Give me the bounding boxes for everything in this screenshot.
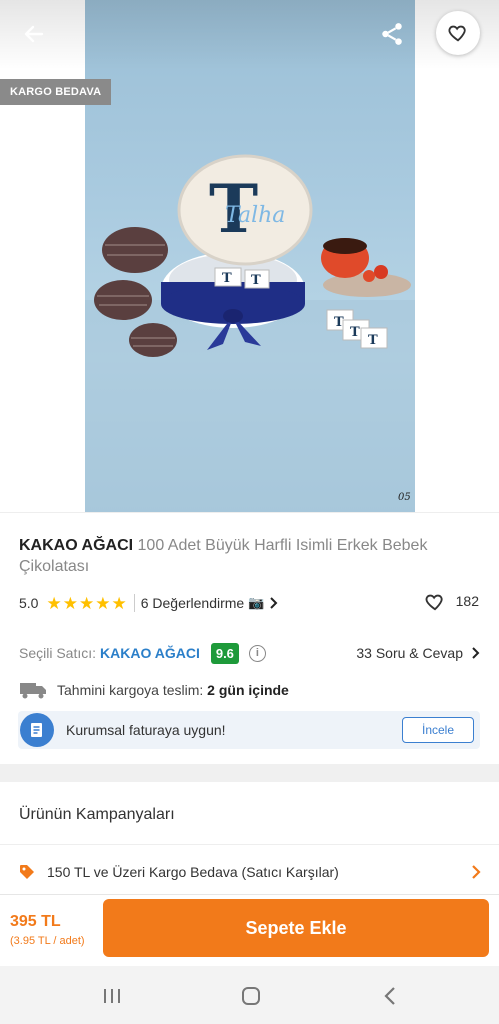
favorites-count[interactable]: 182 <box>424 591 479 611</box>
product-detail-screen: T T T Talha T T T 05 KARGO BEDAVA KAKAO … <box>0 0 499 1024</box>
invoice-icon <box>20 713 54 747</box>
svg-text:T: T <box>222 271 232 286</box>
share-icon <box>382 23 402 45</box>
svg-text:T: T <box>368 333 378 348</box>
delivery-estimate: Tahmini kargoya teslim: 2 gün içinde <box>19 678 289 702</box>
recent-apps-button[interactable] <box>92 982 132 1010</box>
system-back-button[interactable] <box>370 982 410 1010</box>
svg-text:T: T <box>334 315 344 330</box>
favorite-button[interactable] <box>436 11 480 55</box>
svg-text:Talha: Talha <box>225 203 285 228</box>
chevron-right-icon <box>472 647 480 659</box>
star-icon: ★ <box>111 593 127 613</box>
recents-icon <box>104 989 120 1003</box>
home-icon <box>242 987 260 1005</box>
chevron-left-icon <box>384 987 395 1005</box>
add-to-cart-button[interactable]: Sepete Ekle <box>103 899 489 957</box>
hero-top-gradient <box>0 0 499 70</box>
invoice-text: Kurumsal faturaya uygun! <box>66 722 226 738</box>
campaign-item[interactable]: 150 TL ve Üzeri Kargo Bedava (Satıcı Kar… <box>19 862 481 882</box>
truck-icon <box>20 683 46 699</box>
home-button[interactable] <box>231 982 271 1010</box>
star-icon: ★ <box>62 593 78 613</box>
favorites-count-value: 182 <box>455 593 479 609</box>
photo-code: 05 <box>398 492 411 503</box>
divider <box>133 594 135 612</box>
delivery-label: Tahmini kargoya teslim: <box>57 682 204 698</box>
chevron-right-icon <box>270 597 278 609</box>
free-shipping-badge: KARGO BEDAVA <box>0 79 112 105</box>
inspect-button[interactable]: İncele <box>402 717 474 743</box>
tag-icon <box>20 865 34 879</box>
section-divider <box>0 764 499 782</box>
product-info-section: KAKAO AĞACI 100 Adet Büyük Harfli Isimli… <box>0 512 499 764</box>
qa-link[interactable]: 33 Soru & Cevap <box>356 645 481 661</box>
svg-text:T: T <box>251 273 261 288</box>
product-photo: T T T Talha T T T <box>85 0 415 512</box>
campaign-text: 150 TL ve Üzeri Kargo Bedava (Satıcı Kar… <box>47 864 339 880</box>
chevron-right-icon <box>472 865 481 879</box>
share-button[interactable] <box>374 16 410 52</box>
star-icon: ★ <box>95 593 111 613</box>
product-title: KAKAO AĞACI 100 Adet Büyük Harfli Isimli… <box>19 535 479 577</box>
heart-outline-icon <box>425 594 443 611</box>
rating-row: 5.0 ★ ★ ★ ★ ★ 6 Değerlendirme 📷 182 <box>19 593 479 613</box>
product-brand[interactable]: KAKAO AĞACI <box>19 537 133 554</box>
campaigns-title: Ürünün Kampanyaları <box>19 806 175 823</box>
back-button[interactable] <box>16 18 52 50</box>
svg-text:T: T <box>350 325 360 340</box>
reviews-label: 6 Değerlendirme <box>140 595 245 611</box>
heart-outline-icon <box>448 25 466 42</box>
delivery-value: 2 gün içinde <box>207 682 289 698</box>
seller-label: Seçili Satıcı: <box>19 645 97 661</box>
reviews-link[interactable]: 6 Değerlendirme 📷 <box>141 595 279 611</box>
seller-row: Seçili Satıcı: KAKAO AĞACI 9.6 i 33 Soru… <box>19 641 481 665</box>
star-icon: ★ <box>78 593 95 613</box>
unit-price: (3.95 TL / adet) <box>10 935 85 947</box>
qa-label: 33 Soru & Cevap <box>356 645 463 661</box>
info-icon[interactable]: i <box>248 644 266 662</box>
seller-score-badge: 9.6 <box>210 642 239 664</box>
rating-stars: ★ ★ ★ ★ ★ <box>46 595 127 612</box>
divider <box>0 844 499 845</box>
system-navigation-bar <box>0 966 499 1024</box>
seller-name-link[interactable]: KAKAO AĞACI <box>100 645 200 661</box>
price: 395 TL <box>10 913 61 930</box>
corporate-invoice-banner: Kurumsal faturaya uygun! İncele <box>18 711 480 749</box>
purchase-bar: 395 TL (3.95 TL / adet) Sepete Ekle <box>0 894 499 964</box>
camera-icon: 📷 <box>248 595 265 610</box>
campaigns-section: Ürünün Kampanyaları 150 TL ve Üzeri Karg… <box>0 782 499 902</box>
rating-value: 5.0 <box>19 595 39 611</box>
product-image-gallery[interactable]: T T T Talha T T T 05 KARGO BEDAVA <box>0 0 499 512</box>
arrow-left-icon <box>24 25 44 43</box>
star-icon: ★ <box>46 593 62 613</box>
